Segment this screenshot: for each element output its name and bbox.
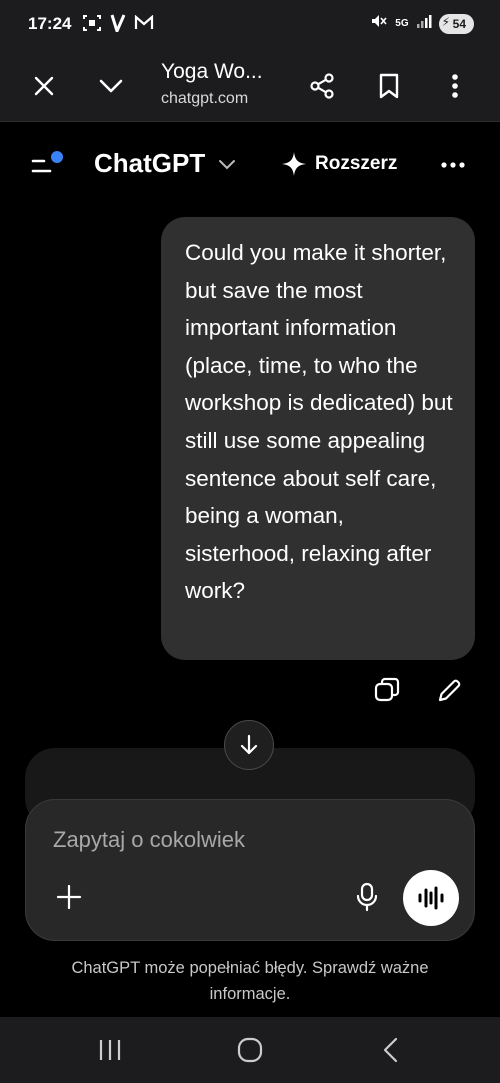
signal-icon [416, 13, 432, 34]
recents-button[interactable] [90, 1033, 130, 1067]
browser-menu-button[interactable] [435, 66, 475, 106]
dictate-button[interactable] [350, 880, 384, 914]
status-bar: 17:24 5G ⚡ 54 [0, 0, 500, 50]
user-message-text: Could you make it shorter, but save the … [185, 240, 453, 604]
upgrade-button[interactable]: Rozszerz [281, 151, 397, 177]
mic-icon [356, 882, 378, 912]
back-icon [383, 1037, 398, 1063]
model-selector[interactable]: ChatGPT [94, 148, 236, 179]
app-title: ChatGPT [94, 148, 206, 178]
sidebar-toggle-button[interactable] [30, 150, 66, 180]
battery-charging-icon: ⚡ [441, 14, 451, 29]
browser-toolbar: Yoga Wo... chatgpt.com [0, 50, 500, 122]
scroll-to-bottom-button[interactable] [224, 720, 274, 770]
more-vert-icon [452, 74, 458, 98]
status-system-icons: 5G ⚡ 54 [370, 12, 474, 35]
v-app-icon [110, 14, 126, 37]
prompt-input[interactable] [51, 826, 435, 854]
composer [25, 799, 475, 941]
app-header: ChatGPT Rozszerz [0, 122, 500, 210]
copy-icon [374, 677, 400, 702]
chat-options-button[interactable] [440, 158, 466, 172]
screenshot-icon [82, 13, 102, 38]
home-button[interactable] [230, 1033, 270, 1067]
close-tab-button[interactable] [24, 66, 64, 106]
minimize-tab-button[interactable] [91, 66, 131, 106]
voice-wave-icon [418, 886, 444, 910]
user-message-bubble: Could you make it shorter, but save the … [161, 217, 475, 660]
edit-icon [438, 679, 461, 702]
mute-icon [370, 12, 388, 35]
bookmark-icon [379, 73, 399, 99]
tab-url: chatgpt.com [161, 90, 249, 107]
bookmark-button[interactable] [369, 66, 409, 106]
battery-indicator: ⚡ 54 [438, 13, 474, 34]
home-icon [237, 1037, 263, 1063]
recents-icon [99, 1040, 121, 1060]
more-horiz-icon [441, 162, 465, 168]
attach-button[interactable] [52, 880, 86, 914]
tab-title: Yoga Wo... [161, 60, 263, 83]
network-type: 5G [395, 18, 409, 29]
chevron-down-icon [99, 79, 123, 93]
battery-level: 54 [452, 16, 466, 31]
sidebar-icon [31, 151, 63, 173]
sparkle-icon [282, 152, 306, 176]
share-button[interactable] [302, 66, 342, 106]
status-notification-icons [82, 13, 154, 38]
back-button[interactable] [370, 1033, 410, 1067]
arrow-down-icon [240, 734, 258, 755]
upgrade-label: Rozszerz [315, 153, 398, 174]
chevron-down-icon [219, 160, 236, 170]
status-time: 17:24 [28, 14, 72, 33]
system-nav-bar [0, 1017, 500, 1083]
share-icon [310, 73, 334, 99]
plus-icon [56, 884, 82, 910]
gmail-icon [134, 14, 154, 36]
edit-message-button[interactable] [436, 676, 464, 709]
copy-message-button[interactable] [373, 676, 401, 709]
disclaimer-text: ChatGPT może popełniać błędy. Sprawdź wa… [71, 959, 429, 1003]
close-icon [34, 76, 54, 96]
voice-mode-button[interactable] [403, 870, 459, 926]
